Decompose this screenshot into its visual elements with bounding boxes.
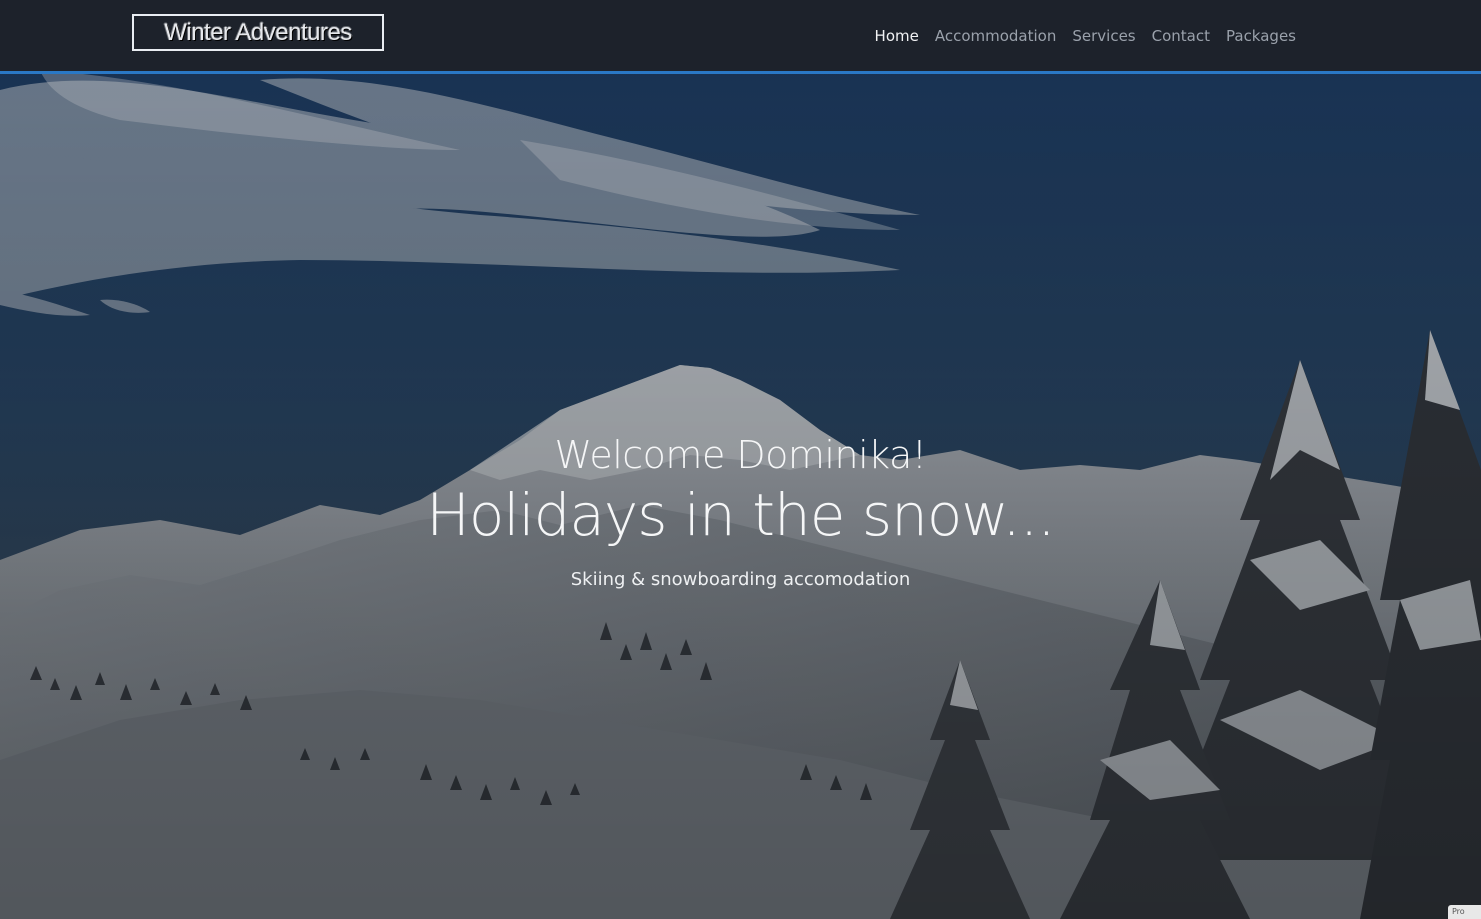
welcome-message: Welcome Dominika! bbox=[554, 433, 927, 477]
brand-logo[interactable]: Winter Adventures bbox=[132, 14, 384, 51]
nav-link-home[interactable]: Home bbox=[875, 26, 919, 46]
nav-link-packages[interactable]: Packages bbox=[1226, 26, 1296, 46]
nav-link-contact[interactable]: Contact bbox=[1152, 26, 1210, 46]
main-nav: Home Accommodation Services Contact Pack… bbox=[875, 26, 1296, 46]
nav-link-accommodation[interactable]: Accommodation bbox=[935, 26, 1057, 46]
corner-badge[interactable]: Pro bbox=[1448, 905, 1481, 919]
hero-headline: Holidays in the snow... bbox=[426, 481, 1055, 549]
hero-subline: Skiing & snowboarding accomodation bbox=[570, 569, 911, 590]
hero-text-block: Welcome Dominika! Holidays in the snow..… bbox=[0, 430, 1481, 592]
nav-link-services[interactable]: Services bbox=[1072, 26, 1135, 46]
top-navbar: Winter Adventures Home Accommodation Ser… bbox=[0, 0, 1481, 74]
